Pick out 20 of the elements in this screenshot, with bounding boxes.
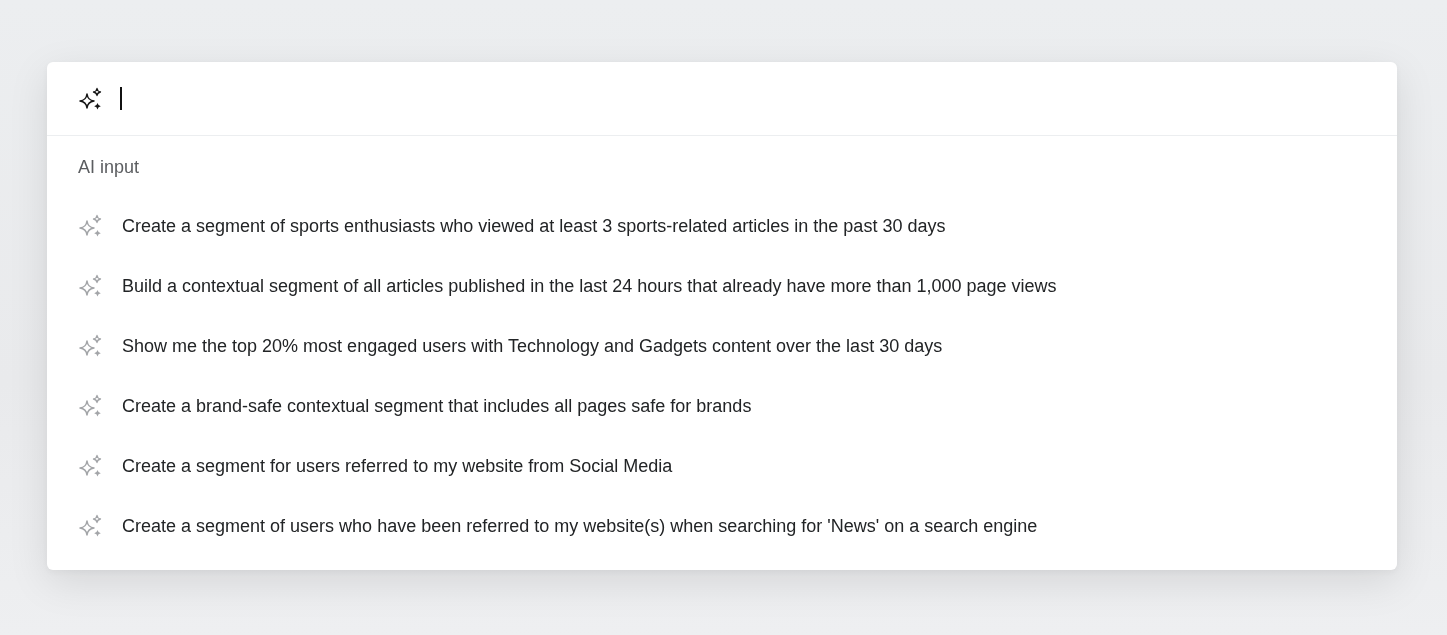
suggestion-item[interactable]: Show me the top 20% most engaged users with Technology and Gadgets content over the last 30 days — [47, 316, 1397, 376]
sparkle-icon — [78, 86, 104, 111]
section-label: AI input — [77, 156, 141, 179]
suggestion-text: Build a contextual segment of all articles published in the last 24 hours that already have more than 1,000 page views — [122, 274, 1057, 298]
sparkle-icon — [78, 454, 104, 478]
sparkle-icon — [78, 214, 104, 238]
suggestion-text: Create a segment for users referred to my website from Social Media — [122, 454, 673, 478]
suggestion-text: Create a segment of sports enthusiasts who viewed at least 3 sports-related articles in the past 30 days — [122, 214, 946, 238]
suggestion-text: Create a segment of users who have been referred to my website(s) when searching for 'News' on a search engine — [122, 514, 1038, 538]
sparkle-icon — [78, 514, 104, 538]
suggestion-text: Show me the top 20% most engaged users with Technology and Gadgets content over the last 30 days — [122, 334, 943, 358]
sparkle-icon — [78, 274, 104, 298]
suggestion-item[interactable]: Create a segment for users referred to my website from Social Media — [47, 436, 1397, 496]
suggestion-text: Create a brand-safe contextual segment that includes all pages safe for brands — [122, 394, 752, 418]
suggestion-item[interactable]: Create a segment of users who have been referred to my website(s) when searching for 'News' on a search engine — [47, 496, 1397, 556]
sparkle-icon — [78, 394, 104, 418]
suggestion-item[interactable]: Create a segment of sports enthusiasts who viewed at least 3 sports-related articles in the past 30 days — [47, 196, 1397, 256]
suggestion-item[interactable]: Create a brand-safe contextual segment that includes all pages safe for brands — [47, 376, 1397, 436]
sparkle-icon — [78, 334, 104, 358]
suggestion-item[interactable]: Build a contextual segment of all articles published in the last 24 hours that already have more than 1,000 page views — [47, 256, 1397, 316]
